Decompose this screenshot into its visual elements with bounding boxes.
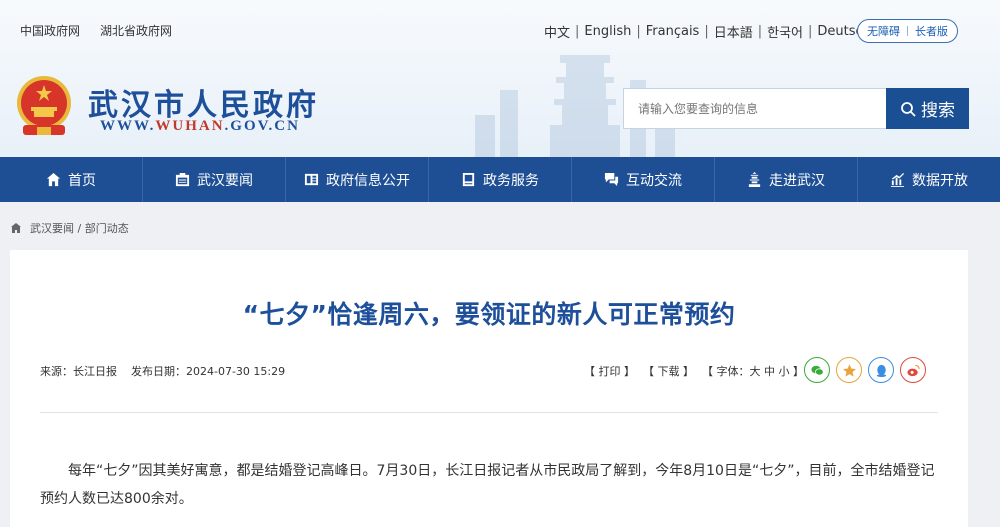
nav-news[interactable]: 武汉要闻: [143, 157, 286, 202]
link-gov-cn[interactable]: 中国政府网: [20, 22, 80, 39]
article-paragraph: 每年“七夕”因其美好寓意，都是结婚登记高峰日。7月30日，长江日报记者从市民政局…: [40, 463, 935, 507]
news-icon: [175, 172, 190, 187]
elder-mode-button[interactable]: 长者版: [915, 23, 948, 39]
share-bar: [804, 357, 926, 383]
font-size-control[interactable]: 【 字体：大 中 小 】: [702, 363, 804, 379]
site-header: 中国政府网 湖北省政府网 中文 | English | Français | 日本語 |…: [0, 0, 1000, 157]
qq-icon[interactable]: [868, 357, 894, 383]
article-date: 发布日期：2024-07-30 15:29: [131, 365, 286, 378]
article-meta: 来源：长江日报 发布日期：2024-07-30 15:29: [40, 363, 285, 379]
divider: [40, 412, 938, 413]
article-title: “七夕”恰逢周六，要领证的新人可正常预约: [242, 300, 736, 329]
search-icon: [901, 101, 916, 117]
info-icon: [304, 173, 319, 186]
nav-about-wuhan[interactable]: 走进武汉: [715, 157, 858, 202]
nav-info-public[interactable]: 政府信息公开: [286, 157, 429, 202]
chat-icon: [604, 172, 619, 187]
nav-interaction[interactable]: 互动交流: [572, 157, 715, 202]
article-source: 来源：长江日报: [40, 365, 117, 378]
lang-ja[interactable]: 日本語: [714, 22, 753, 41]
print-button[interactable]: 【 打印 】: [584, 363, 635, 379]
link-hubei-gov[interactable]: 湖北省政府网: [100, 22, 172, 39]
nav-home[interactable]: 首页: [0, 157, 143, 202]
top-links: 中国政府网 湖北省政府网: [20, 22, 172, 39]
search-button[interactable]: 搜索: [886, 88, 969, 129]
article-panel: “七夕”恰逢周六，要领证的新人可正常预约 来源：长江日报 发布日期：2024-0…: [10, 250, 968, 527]
tower-icon: [748, 172, 761, 187]
weibo-icon[interactable]: [900, 357, 926, 383]
favorite-icon[interactable]: [836, 357, 862, 383]
search-bar: 搜索: [623, 88, 969, 129]
site-url: WWW.WUHAN.GOV.CN: [100, 118, 300, 134]
main-nav: 首页 武汉要闻 政府信息公开 政务服务 互动交流 走进武汉 数据开放: [0, 157, 1000, 202]
national-emblem-icon[interactable]: [13, 73, 75, 139]
data-icon: [890, 172, 905, 187]
lang-zh[interactable]: 中文: [544, 22, 570, 41]
nav-services[interactable]: 政务服务: [429, 157, 572, 202]
home-icon: [46, 172, 61, 187]
download-button[interactable]: 【 下载 】: [643, 363, 694, 379]
lang-en[interactable]: English: [584, 24, 631, 39]
lang-fr[interactable]: Français: [646, 24, 700, 39]
lang-ko[interactable]: 한국어: [767, 22, 803, 41]
accessible-mode-button[interactable]: 无障碍: [867, 23, 900, 39]
language-switcher: 中文 | English | Français | 日本語 | 한국어 | Deutsch: [544, 22, 871, 41]
wechat-icon[interactable]: [804, 357, 830, 383]
nav-open-data[interactable]: 数据开放: [858, 157, 1000, 202]
service-icon: [462, 172, 475, 187]
home-icon[interactable]: [10, 222, 22, 234]
accessibility-toggle: 无障碍 长者版: [857, 19, 958, 43]
breadcrumb-path[interactable]: 武汉要闻 / 部门动态: [30, 220, 129, 236]
article-tools: 【 打印 】 【 下载 】 【 字体：大 中 小 】: [584, 363, 804, 379]
search-input[interactable]: [623, 88, 886, 129]
breadcrumb: 武汉要闻 / 部门动态: [10, 220, 129, 236]
search-button-label: 搜索: [921, 101, 955, 120]
